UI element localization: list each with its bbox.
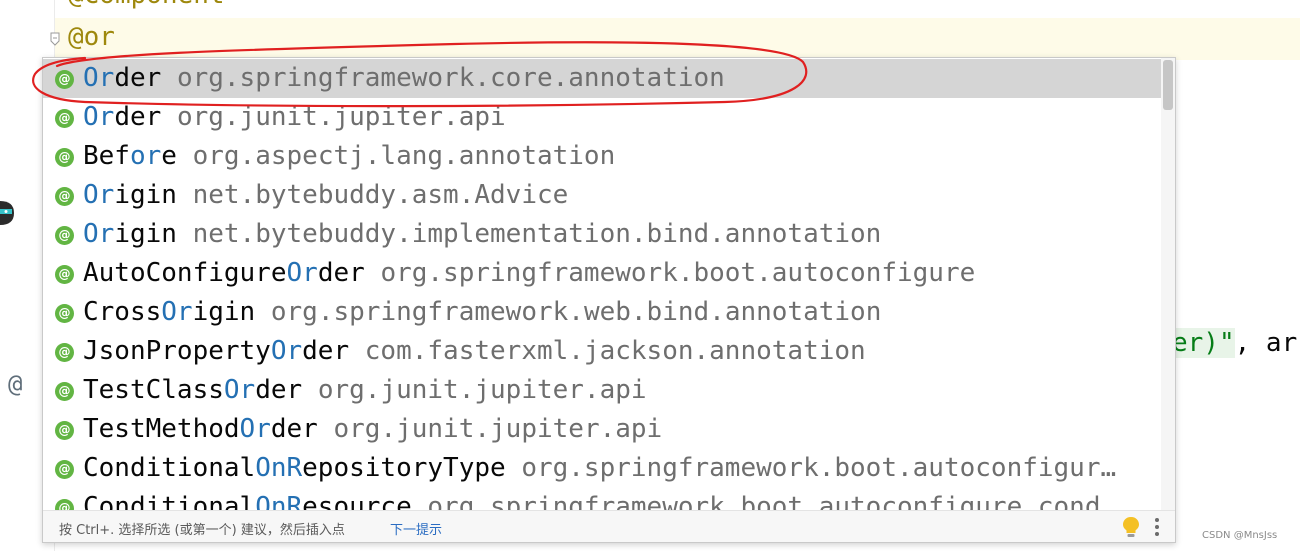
completion-item-text: Before org.aspectj.lang.annotation <box>83 137 615 176</box>
completion-scrollbar[interactable] <box>1161 58 1175 510</box>
item-package: com.fasterxml.jackson.annotation <box>364 336 866 366</box>
item-package: org.junit.jupiter.api <box>317 375 647 405</box>
completion-item[interactable]: @ Origin net.bytebuddy.asm.Advice <box>43 176 1161 215</box>
item-package: org.aspectj.lang.annotation <box>192 141 616 171</box>
completion-item-text: TestMethodOrder org.junit.jupiter.api <box>83 410 662 449</box>
item-name-suffix: epositoryType <box>302 453 506 483</box>
annotation-icon: @ <box>55 460 74 479</box>
item-name-suffix: der <box>302 336 350 366</box>
code-completion-popup[interactable]: @ Order org.springframework.core.annotati… <box>42 57 1176 543</box>
watermark: CSDN @MnsJss <box>1202 530 1278 541</box>
completion-item[interactable]: @ TestMethodOrder org.junit.jupiter.api <box>43 410 1161 449</box>
item-name-prefix: TestClass <box>83 375 224 405</box>
item-name-match: or <box>129 141 162 171</box>
item-name-match: Or <box>223 375 256 405</box>
item-name-prefix: Conditional <box>83 492 256 510</box>
completion-list[interactable]: @ Order org.springframework.core.annotati… <box>43 58 1161 510</box>
annotation-icon: @ <box>55 499 74 510</box>
completion-hint-text: 按 Ctrl+. 选择所选 (或第一个) 建议，然后插入点 <box>59 523 345 538</box>
background-code-fragment: er)", ar <box>1172 328 1297 358</box>
lightbulb-icon[interactable] <box>1121 516 1141 538</box>
item-package: org.springframework.boot.autoconfigur… <box>521 453 1117 483</box>
item-name-prefix: Cross <box>83 297 162 327</box>
annotation-icon: @ <box>55 382 74 401</box>
completion-item-text: CrossOrigin org.springframework.web.bind… <box>83 293 881 332</box>
previous-code-line: @Component <box>68 0 225 10</box>
item-name-match: Or <box>161 297 193 327</box>
item-name-prefix: JsonProperty <box>83 336 271 366</box>
item-name-suffix: e <box>161 141 177 171</box>
item-package: org.springframework.boot.autoconfigure <box>380 258 976 288</box>
annotation-icon: @ <box>55 226 74 245</box>
annotation-icon: @ <box>55 265 74 284</box>
completion-item-text: TestClassOrder org.junit.jupiter.api <box>83 371 647 410</box>
item-name-prefix: Bef <box>83 141 130 171</box>
item-name-match: Or <box>239 414 271 444</box>
string-literal: er)" <box>1172 328 1235 358</box>
completion-footer: 按 Ctrl+. 选择所选 (或第一个) 建议，然后插入点 下一提示 <box>43 510 1175 542</box>
more-options-icon[interactable] <box>1153 517 1161 537</box>
gutter-annotation-icon: @ <box>8 370 23 398</box>
code-continuation: , ar <box>1234 328 1298 358</box>
item-name-match: OnR <box>255 453 303 483</box>
item-package: net.bytebuddy.implementation.bind.annota… <box>192 219 882 249</box>
item-name-match: Or <box>286 258 318 288</box>
completion-item[interactable]: @ TestClassOrder org.junit.jupiter.api <box>43 371 1161 410</box>
completion-item[interactable]: @ CrossOrigin org.springframework.web.bin… <box>43 293 1161 332</box>
item-name-suffix: igin <box>114 219 177 249</box>
item-name-suffix: igin <box>192 297 256 327</box>
item-name-suffix: der <box>255 375 303 405</box>
item-package: net.bytebuddy.asm.Advice <box>192 180 569 210</box>
completion-item[interactable]: @ ConditionalOnResource org.springframewo… <box>43 488 1161 510</box>
item-name-match: OnR <box>255 492 303 510</box>
item-name-suffix: esource <box>302 492 412 510</box>
item-name-match: Or <box>83 219 115 249</box>
completion-item-text: ConditionalOnRepositoryType org.springfr… <box>83 449 1116 488</box>
completion-item[interactable]: @ Origin net.bytebuddy.implementation.bin… <box>43 215 1161 254</box>
completion-item[interactable]: @ Before org.aspectj.lang.annotation <box>43 137 1161 176</box>
item-name-suffix: igin <box>114 180 177 210</box>
item-name-match: Or <box>270 336 303 366</box>
completion-item[interactable]: @ JsonPropertyOrder com.fasterxml.jackson… <box>43 332 1161 371</box>
red-highlight-annotation <box>32 41 808 108</box>
item-package: org.springframework.web.bind.annotation <box>270 297 882 327</box>
annotation-icon: @ <box>55 304 74 323</box>
plugin-mascot-icon <box>0 201 14 225</box>
completion-item-text: Origin net.bytebuddy.asm.Advice <box>83 176 568 215</box>
item-name-suffix: der <box>317 258 365 288</box>
item-name-prefix: AutoConfigure <box>83 258 287 288</box>
completion-item[interactable]: @ ConditionalOnRepositoryType org.springf… <box>43 449 1161 488</box>
annotation-icon: @ <box>55 148 74 167</box>
item-package: org.springframework.boot.autoconfigure.c… <box>427 492 1117 510</box>
item-name-match: Or <box>83 180 115 210</box>
annotation-icon: @ <box>55 187 74 206</box>
completion-item-text: ConditionalOnResource org.springframewor… <box>83 488 1116 510</box>
annotation-icon: @ <box>55 421 74 440</box>
next-tip-link[interactable]: 下一提示 <box>390 519 442 538</box>
annotation-icon: @ <box>55 343 74 362</box>
completion-item[interactable]: @ AutoConfigureOrder org.springframework.… <box>43 254 1161 293</box>
item-name-suffix: der <box>270 414 318 444</box>
completion-item-text: AutoConfigureOrder org.springframework.b… <box>83 254 975 293</box>
completion-item-text: Origin net.bytebuddy.implementation.bind… <box>83 215 881 254</box>
item-name-prefix: Conditional <box>83 453 256 483</box>
scrollbar-thumb[interactable] <box>1163 60 1173 110</box>
item-name-prefix: TestMethod <box>83 414 240 444</box>
completion-item-text: JsonPropertyOrder com.fasterxml.jackson.… <box>83 332 866 371</box>
item-package: org.junit.jupiter.api <box>333 414 663 444</box>
